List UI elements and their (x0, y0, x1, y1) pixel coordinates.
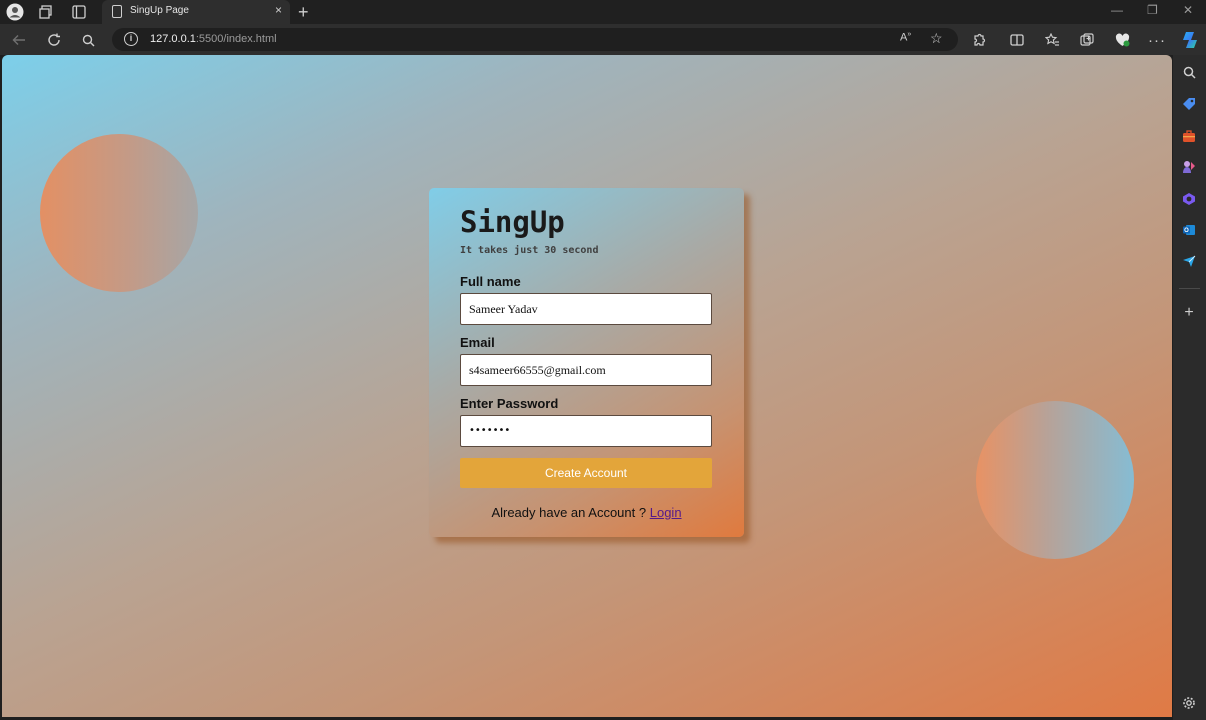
address-bar[interactable]: i 127.0.0.1:5500/index.html A» ☆ (112, 28, 958, 51)
tab-active[interactable]: SingUp Page × (102, 0, 290, 24)
outlook-icon[interactable]: O (1181, 222, 1197, 238)
tab-close-icon[interactable]: × (275, 3, 282, 17)
full-name-field[interactable] (460, 293, 712, 325)
sidebar-divider (1179, 288, 1200, 289)
more-icon[interactable]: ··· (1148, 31, 1166, 49)
site-info-icon[interactable]: i (124, 32, 138, 46)
browser-essentials-icon[interactable] (1113, 31, 1131, 49)
login-prompt-text: Already have an Account ? (491, 505, 647, 520)
restore-button[interactable]: ❐ (1147, 3, 1158, 17)
url-text[interactable]: 127.0.0.1:5500/index.html (150, 33, 277, 45)
extensions-icon[interactable] (970, 31, 988, 49)
settings-icon[interactable] (1181, 695, 1197, 711)
read-aloud-icon[interactable]: A» (900, 31, 911, 44)
tab-actions-icon[interactable] (69, 2, 89, 22)
page-viewport: SingUp It takes just 30 second Full name… (2, 55, 1172, 717)
copilot-icon[interactable] (1180, 30, 1200, 50)
minimize-button[interactable]: — (1111, 3, 1123, 17)
browser-sidebar: O + (1173, 55, 1206, 720)
split-screen-icon[interactable] (1008, 31, 1026, 49)
email-field[interactable] (460, 354, 712, 386)
refresh-icon[interactable] (43, 29, 65, 51)
shopping-tag-icon[interactable] (1181, 96, 1197, 112)
url-path: :5500/index.html (195, 33, 277, 45)
close-window-button[interactable]: ✕ (1183, 3, 1193, 17)
search-icon[interactable] (77, 29, 99, 51)
tab-strip: SingUp Page × + — ❐ ✕ (0, 0, 1206, 24)
games-icon[interactable] (1181, 159, 1197, 175)
favorites-icon[interactable] (1043, 31, 1061, 49)
page-icon (112, 5, 122, 18)
full-name-label: Full name (460, 274, 521, 289)
create-account-button[interactable]: Create Account (460, 458, 712, 488)
favorite-star-icon[interactable]: ☆ (930, 30, 943, 47)
decorative-circle-left (40, 134, 198, 292)
password-field[interactable]: ••••••• (460, 415, 712, 447)
collections-icon[interactable] (1078, 31, 1096, 49)
send-icon[interactable] (1181, 253, 1197, 269)
decorative-circle-right (976, 401, 1134, 559)
workspaces-icon[interactable] (36, 2, 56, 22)
login-prompt-row: Already have an Account ? Login (429, 505, 744, 520)
address-toolbar: i 127.0.0.1:5500/index.html A» ☆ ··· (0, 24, 1206, 55)
url-host: 127.0.0.1 (150, 33, 196, 45)
back-icon[interactable] (8, 29, 30, 51)
signup-card: SingUp It takes just 30 second Full name… (429, 188, 744, 537)
add-icon[interactable]: + (1181, 304, 1197, 321)
login-link[interactable]: Login (650, 505, 682, 520)
signup-subtitle: It takes just 30 second (460, 245, 599, 256)
sidebar-search-icon[interactable] (1181, 64, 1197, 80)
new-tab-button[interactable]: + (298, 0, 309, 24)
tab-title: SingUp Page (130, 5, 189, 16)
password-label: Enter Password (460, 396, 559, 411)
signup-title: SingUp (460, 205, 565, 239)
tools-icon[interactable] (1181, 128, 1197, 144)
profile-icon[interactable] (5, 2, 25, 22)
email-label: Email (460, 335, 495, 350)
sidebar-copilot-icon[interactable] (1181, 191, 1197, 207)
svg-text:O: O (1184, 228, 1189, 234)
